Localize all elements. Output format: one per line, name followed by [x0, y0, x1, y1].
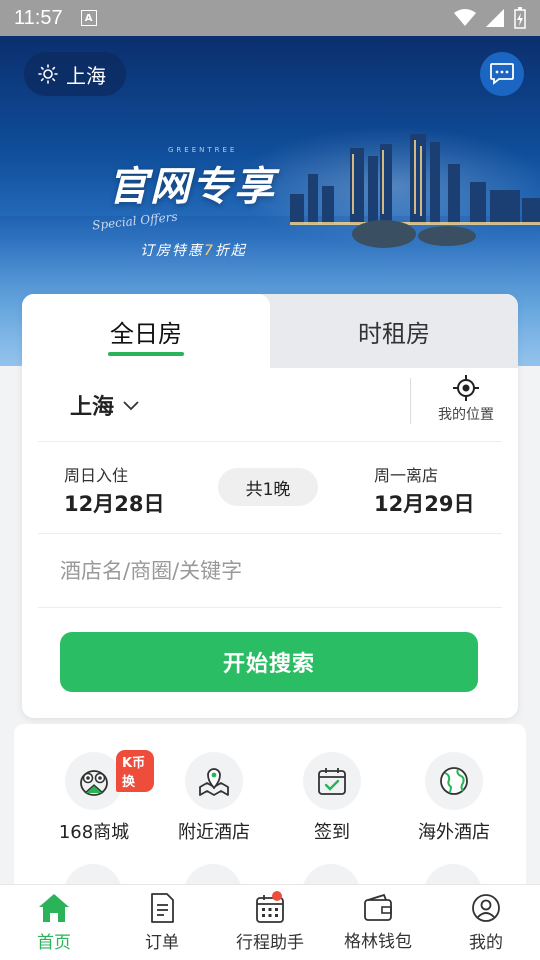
feature-grid: K币换 168商城 附近酒店 签到 海外酒店	[14, 724, 526, 922]
notification-dot	[272, 891, 282, 901]
banner-subtitle: 订房特惠7折起	[140, 240, 247, 260]
tab-orders-label: 订单	[145, 933, 179, 953]
feature-nearby[interactable]: 附近酒店	[154, 752, 274, 844]
tab-hourly-label: 时租房	[358, 319, 430, 348]
search-button[interactable]: 开始搜索	[60, 632, 478, 692]
tab-trip[interactable]: 行程助手	[216, 885, 324, 960]
owl-icon	[80, 770, 108, 796]
checkout-picker[interactable]: 周一离店 12月29日	[374, 462, 474, 518]
divider	[410, 378, 411, 424]
city-skyline-image	[290, 134, 540, 225]
document-icon	[151, 893, 174, 923]
rock-image-small	[418, 226, 476, 246]
date-row: 周日入住 12月28日 共1晚 周一离店 12月29日	[38, 442, 502, 534]
feature-checkin[interactable]: 签到	[272, 752, 392, 844]
sun-icon	[38, 64, 58, 84]
calendar-check-icon	[318, 768, 346, 795]
feature-checkin-label: 签到	[314, 822, 350, 843]
checkin-label: 周日入住	[64, 466, 129, 485]
feature-mall-icon-wrap	[65, 752, 123, 810]
checkout-date: 12月29日	[374, 492, 475, 516]
checkin-date: 12月28日	[64, 492, 165, 516]
message-button[interactable]	[480, 52, 524, 96]
feature-checkin-icon-wrap	[303, 752, 361, 810]
city-row: 上海 我的位置	[38, 368, 502, 442]
tab-mine-label: 我的	[469, 933, 503, 953]
checkout-label: 周一离店	[374, 466, 439, 485]
bottom-tab-bar: 首页 订单 行程助手 格林钱包 我的	[0, 884, 540, 960]
tab-hourly[interactable]: 时租房	[270, 294, 518, 368]
booking-tabs: 全日房 时租房	[22, 294, 518, 368]
tab-home-label: 首页	[37, 933, 71, 953]
my-location-button[interactable]: 我的位置	[438, 374, 494, 424]
globe-icon	[440, 767, 468, 795]
status-bar: 11:57 A	[0, 0, 540, 36]
banner-subtitle-num: 7	[204, 243, 215, 259]
tab-mine[interactable]: 我的	[432, 885, 540, 960]
tab-full-day-label: 全日房	[110, 319, 182, 348]
home-icon	[39, 894, 69, 922]
user-icon	[472, 894, 500, 922]
booking-card: 全日房 时租房 上海 我的位置 周日入住 12月28日 共1晚 周一离店 12月…	[22, 294, 518, 718]
tab-home[interactable]: 首页	[0, 885, 108, 960]
keyword-input[interactable]	[60, 558, 502, 583]
feature-overseas[interactable]: 海外酒店	[394, 752, 514, 844]
signal-icon	[486, 9, 504, 27]
location-label: 上海	[66, 63, 106, 88]
coin-badge: K币换	[116, 750, 154, 792]
tab-underline	[108, 352, 184, 356]
location-selector[interactable]: 上海	[24, 52, 126, 96]
tab-full-day[interactable]: 全日房	[22, 294, 270, 368]
tab-wallet-label: 格林钱包	[344, 932, 412, 952]
status-icons	[454, 7, 526, 29]
my-location-label: 我的位置	[438, 407, 494, 423]
wallet-icon	[364, 893, 392, 921]
feature-mall[interactable]: K币换 168商城	[34, 750, 154, 844]
banner-brand: GREENTREE	[168, 146, 238, 154]
tab-orders[interactable]: 订单	[108, 885, 216, 960]
locate-icon	[453, 375, 479, 401]
checkin-picker[interactable]: 周日入住 12月28日	[64, 462, 164, 518]
keyword-row	[38, 534, 502, 608]
tab-trip-label: 行程助手	[236, 933, 304, 953]
nights-badge: 共1晚	[218, 468, 318, 506]
notification-icon: A	[80, 10, 97, 26]
banner-subtitle-pre: 订房特惠	[140, 243, 204, 259]
city-selector[interactable]: 上海	[70, 389, 114, 421]
feature-overseas-label: 海外酒店	[418, 822, 490, 843]
banner-subtitle-post: 折起	[214, 243, 247, 259]
feature-overseas-icon-wrap	[425, 752, 483, 810]
battery-icon	[514, 7, 526, 29]
feature-mall-label: 168商城	[58, 822, 130, 843]
tab-wallet[interactable]: 格林钱包	[324, 885, 432, 960]
feature-nearby-label: 附近酒店	[178, 822, 250, 843]
wifi-icon	[454, 9, 476, 26]
feature-nearby-icon-wrap	[185, 752, 243, 810]
chevron-down-icon[interactable]	[122, 399, 140, 411]
chat-icon	[490, 63, 514, 85]
status-time: 11:57	[14, 6, 63, 29]
rock-image	[352, 220, 416, 248]
banner-title: 官网专享	[108, 163, 276, 210]
map-pin-icon	[199, 768, 229, 796]
